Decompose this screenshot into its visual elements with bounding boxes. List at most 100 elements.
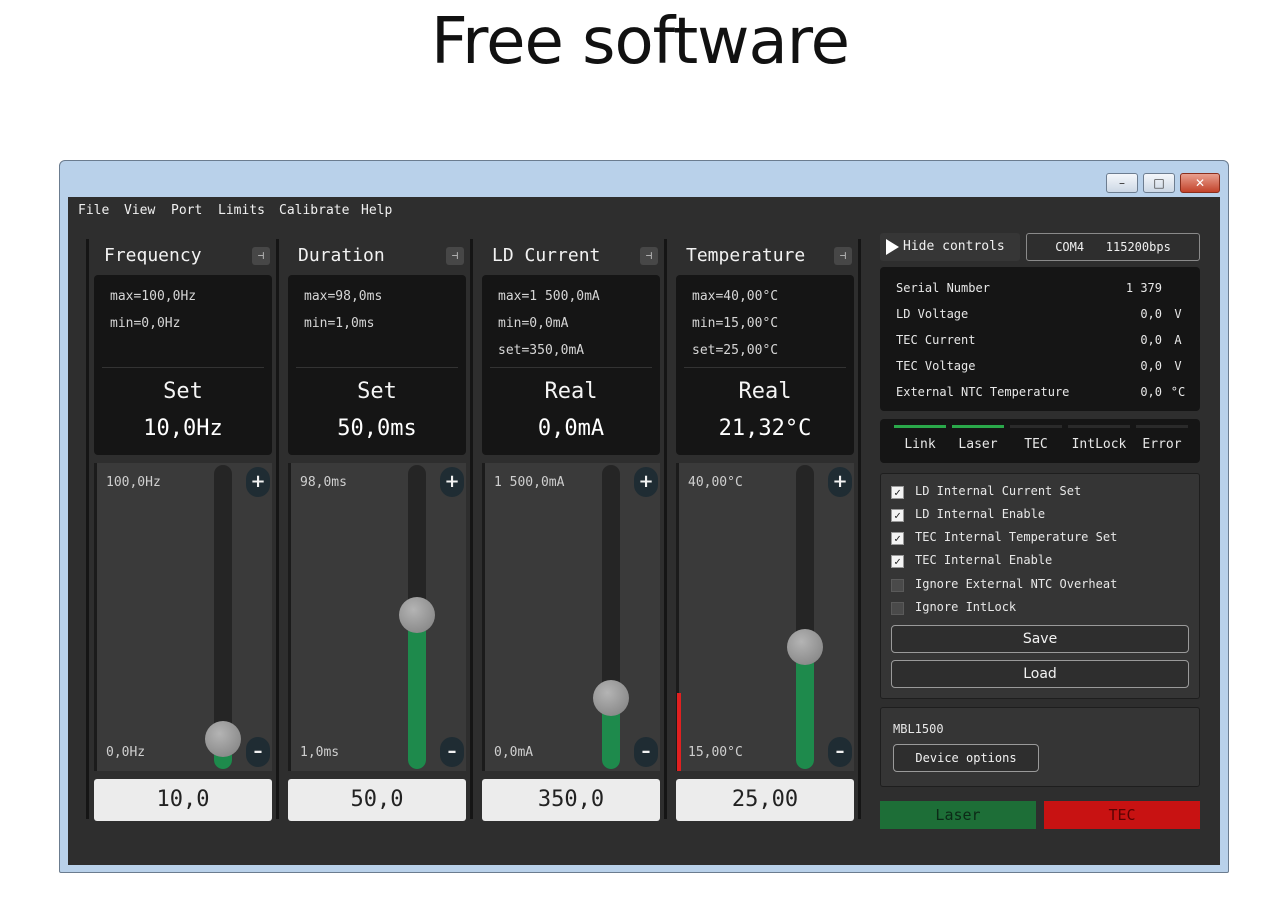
page-heading: Free software: [431, 5, 850, 79]
maximize-button[interactable]: □: [1143, 173, 1175, 193]
min-limit-text: min=0,0mA: [498, 316, 569, 331]
slider-knob[interactable]: [205, 721, 241, 757]
max-limit-text: max=1 500,0mA: [498, 289, 600, 304]
slider-max-label: 98,0ms: [300, 475, 347, 490]
decrement-button[interactable]: –: [828, 737, 852, 767]
status-label: TEC Current: [896, 333, 976, 347]
slider-min-label: 0,0mA: [494, 745, 534, 760]
indicator-bar: [1010, 425, 1062, 428]
display-value: 50,0ms: [337, 416, 417, 441]
slider-track[interactable]: [796, 465, 814, 769]
slider-max-label: 100,0Hz: [106, 475, 161, 490]
load-button[interactable]: Load: [891, 660, 1189, 688]
indicator-label: TEC: [1024, 437, 1048, 452]
info-panel: max=1 500,0mA min=0,0mA set=350,0mA Real…: [482, 275, 660, 455]
checkbox[interactable]: ✓: [891, 509, 904, 522]
menu-view[interactable]: View: [124, 203, 155, 218]
slider-knob[interactable]: [399, 597, 435, 633]
app-window: – □ ✕ File View Port Limits Calibrate He…: [59, 160, 1229, 873]
min-limit-text: min=1,0ms: [304, 316, 375, 331]
slider-edge: [288, 463, 291, 771]
value-input[interactable]: 10,0: [94, 779, 272, 821]
pin-icon[interactable]: ⊣: [640, 247, 658, 265]
pin-icon[interactable]: ⊣: [446, 247, 464, 265]
menu-calibrate[interactable]: Calibrate: [279, 203, 349, 218]
checkbox[interactable]: [891, 602, 904, 615]
value-input[interactable]: 350,0: [482, 779, 660, 821]
laser-toggle-button[interactable]: Laser: [880, 801, 1036, 829]
slider-fill: [796, 647, 814, 769]
save-button[interactable]: Save: [891, 625, 1189, 653]
checkbox-label: LD Internal Current Set: [915, 484, 1082, 498]
increment-button[interactable]: +: [634, 467, 658, 497]
pin-icon[interactable]: ⊣: [252, 247, 270, 265]
menu-help[interactable]: Help: [361, 203, 392, 218]
status-row: TEC Current 0,0 A: [896, 333, 1188, 351]
decrement-button[interactable]: –: [440, 737, 464, 767]
slider-area: 100,0Hz 0,0Hz + –: [94, 463, 272, 771]
hide-controls-label: Hide controls: [903, 239, 1005, 254]
mode-label: Real: [544, 379, 598, 404]
indicator-label: Link: [904, 437, 936, 452]
setpoint-text: set=25,00°C: [692, 343, 779, 358]
increment-button[interactable]: +: [828, 467, 852, 497]
indicator-label: Error: [1142, 437, 1182, 452]
info-panel: max=98,0ms min=1,0ms Set 50,0ms: [288, 275, 466, 455]
info-panel: max=100,0Hz min=0,0Hz Set 10,0Hz: [94, 275, 272, 455]
temperature-column: Temperature ⊣ max=40,00°C min=15,00°C se…: [676, 239, 854, 821]
indicator-label: Laser: [958, 437, 998, 452]
tec-toggle-button[interactable]: TEC: [1044, 801, 1200, 829]
menu-port[interactable]: Port: [171, 203, 202, 218]
status-unit: A: [1174, 333, 1182, 347]
pin-icon[interactable]: ⊣: [834, 247, 852, 265]
setpoint-text: set=350,0mA: [498, 343, 585, 358]
value-input[interactable]: 25,00: [676, 779, 854, 821]
slider-edge: [482, 463, 485, 771]
mode-label: Set: [163, 379, 203, 404]
status-row: Serial Number 1 379: [896, 281, 1188, 299]
info-divider: [684, 367, 846, 368]
menu-file[interactable]: File: [78, 203, 109, 218]
slider-edge: [94, 463, 97, 771]
decrement-button[interactable]: –: [246, 737, 270, 767]
value-input[interactable]: 50,0: [288, 779, 466, 821]
indicator-bar: [894, 425, 946, 428]
max-limit-text: max=98,0ms: [304, 289, 383, 304]
status-unit: V: [1174, 359, 1182, 373]
slider-track[interactable]: [602, 465, 620, 769]
increment-button[interactable]: +: [246, 467, 270, 497]
status-label: TEC Voltage: [896, 359, 976, 373]
slider-knob[interactable]: [593, 680, 629, 716]
column-title: Frequency: [104, 245, 202, 266]
info-panel: max=40,00°C min=15,00°C set=25,00°C Real…: [676, 275, 854, 455]
menu-limits[interactable]: Limits: [218, 203, 265, 218]
checkbox[interactable]: ✓: [891, 555, 904, 568]
slider-min-label: 15,00°C: [688, 745, 743, 760]
status-row: External NTC Temperature 0,0 °C: [896, 385, 1188, 403]
indicator-label: IntLock: [1071, 437, 1127, 452]
checkbox[interactable]: ✓: [891, 532, 904, 545]
minimize-button[interactable]: –: [1106, 173, 1138, 193]
column-divider: [858, 239, 861, 819]
slider-knob[interactable]: [787, 629, 823, 665]
increment-button[interactable]: +: [440, 467, 464, 497]
hide-controls-button[interactable]: Hide controls: [880, 233, 1020, 261]
display-value: 21,32°C: [718, 416, 812, 441]
indicator-bar: [1068, 425, 1130, 428]
status-label: Serial Number: [896, 281, 990, 295]
info-divider: [102, 367, 264, 368]
status-value: 0,0: [1140, 385, 1162, 399]
port-selector[interactable]: COM4 115200bps: [1026, 233, 1200, 261]
device-options-button[interactable]: Device options: [893, 744, 1039, 772]
slider-min-label: 1,0ms: [300, 745, 340, 760]
close-button[interactable]: ✕: [1180, 173, 1220, 193]
column-title: LD Current: [492, 245, 601, 266]
checkbox[interactable]: ✓: [891, 486, 904, 499]
decrement-button[interactable]: –: [634, 737, 658, 767]
ld-current-column: LD Current ⊣ max=1 500,0mA min=0,0mA set…: [482, 239, 660, 821]
status-row: LD Voltage 0,0 V: [896, 307, 1188, 325]
checkbox[interactable]: [891, 579, 904, 592]
device-name: MBL1500: [893, 722, 944, 736]
slider-area: 1 500,0mA 0,0mA + –: [482, 463, 660, 771]
checkbox-label: LD Internal Enable: [915, 507, 1046, 521]
